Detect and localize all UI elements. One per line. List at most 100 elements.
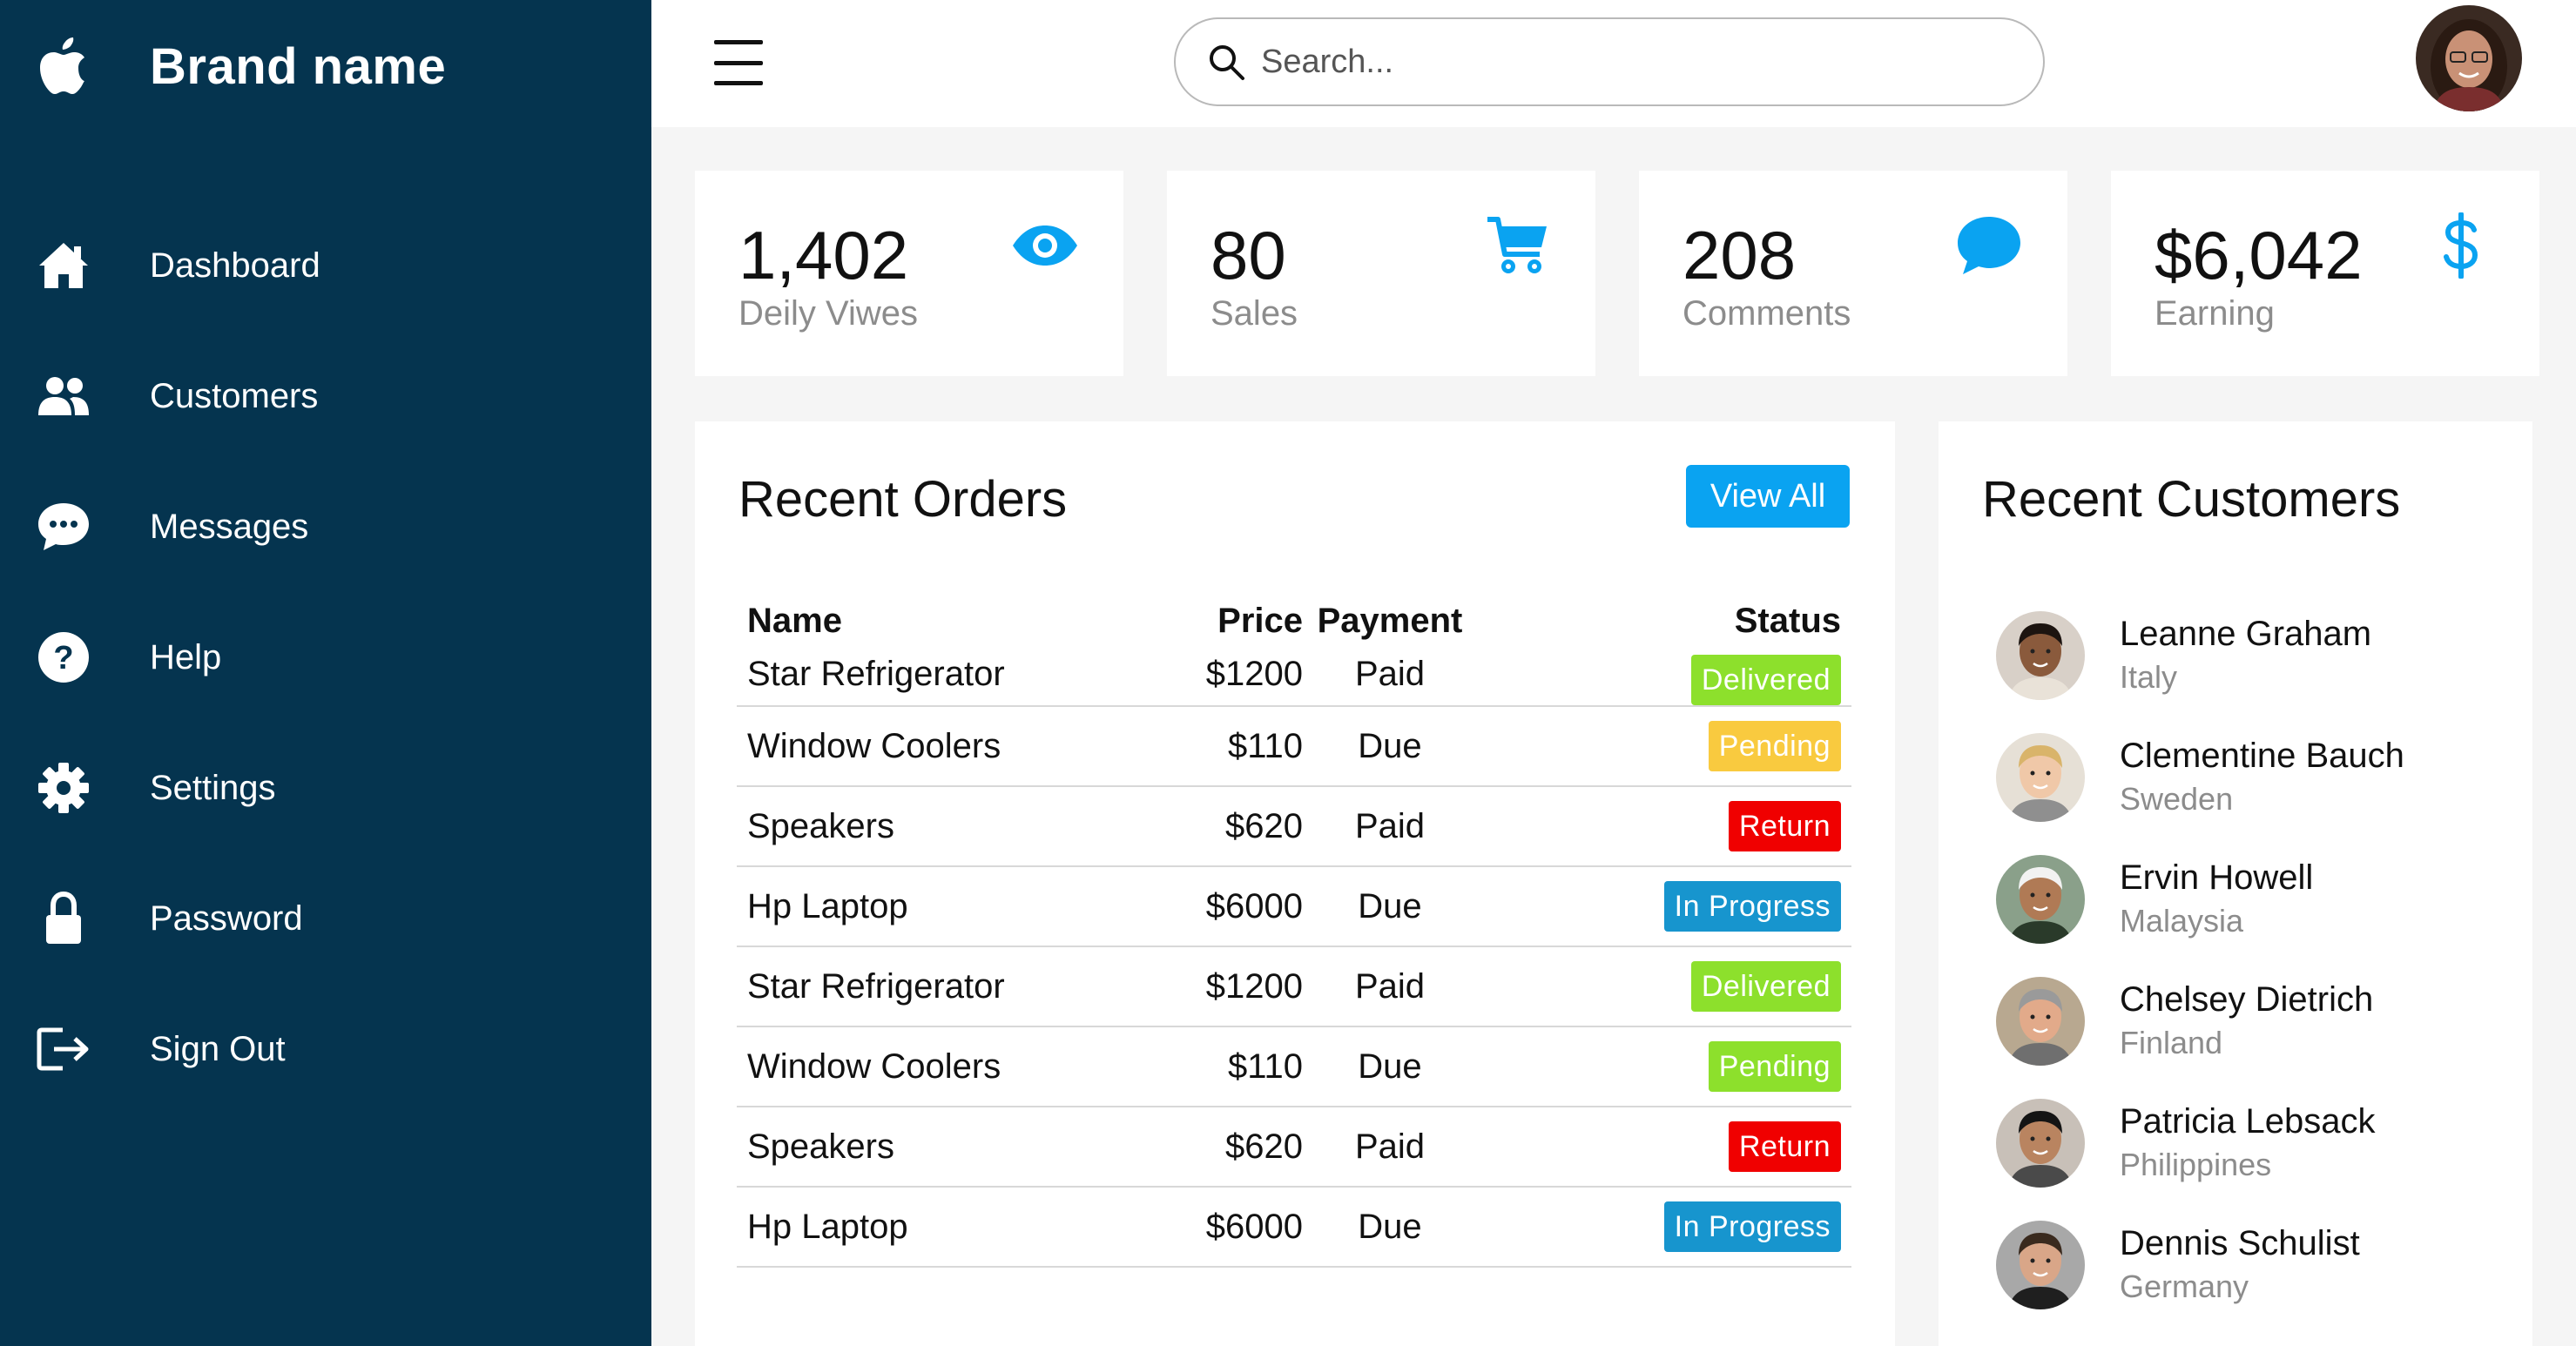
customer-list: Leanne Graham Italy Clementine Bauch Sweden… xyxy=(1996,611,2519,1343)
customer-info: Clementine Bauch Sweden xyxy=(2120,733,2404,818)
stat-label: Earning xyxy=(2155,294,2275,333)
column-header-status[interactable]: Status xyxy=(1477,592,1851,649)
brand[interactable]: Brand name xyxy=(35,31,446,101)
list-item[interactable]: Ervin Howell Malaysia xyxy=(1996,855,2519,977)
customer-info: Ervin Howell Malaysia xyxy=(2120,855,2313,939)
status-badge: Delivered xyxy=(1690,655,1841,705)
order-payment: Paid xyxy=(1303,786,1477,867)
column-header-name[interactable]: Name xyxy=(737,592,1146,649)
order-status-cell: Return xyxy=(1477,786,1851,867)
column-header-payment[interactable]: Payment xyxy=(1303,592,1477,649)
list-item[interactable]: Dennis Schulist Germany xyxy=(1996,1221,2519,1343)
topbar xyxy=(651,0,2576,127)
customer-info: Dennis Schulist Germany xyxy=(2120,1221,2360,1305)
table-row[interactable]: Star Refrigerator $1200 Paid Delivered xyxy=(737,946,1851,1027)
svg-text:?: ? xyxy=(53,640,73,676)
list-item[interactable]: Chelsey Dietrich Finland xyxy=(1996,977,2519,1099)
search-input[interactable] xyxy=(1261,43,2010,81)
customer-avatar xyxy=(1996,611,2085,700)
order-name: Speakers xyxy=(737,1107,1146,1188)
sidebar-item-messages[interactable]: Messages xyxy=(0,461,651,592)
people-icon xyxy=(35,367,92,425)
order-price: $110 xyxy=(1146,1026,1303,1107)
sidebar-item-label: Settings xyxy=(150,768,276,807)
panel-title: Recent Customers xyxy=(1982,471,2401,528)
customer-avatar xyxy=(1996,1221,2085,1309)
status-badge: Return xyxy=(1728,801,1841,851)
customer-country: Philippines xyxy=(2120,1147,2272,1182)
order-name: Hp Laptop xyxy=(737,1187,1146,1268)
order-status-cell: Delivered xyxy=(1477,946,1851,1027)
status-badge: Pending xyxy=(1708,721,1841,771)
order-payment: Due xyxy=(1303,866,1477,947)
user-avatar[interactable] xyxy=(2416,5,2522,111)
brand-name: Brand name xyxy=(150,37,447,95)
order-price: $1200 xyxy=(1146,946,1303,1027)
stat-label: Comments xyxy=(1682,294,1851,333)
customer-name: Leanne Graham xyxy=(2120,615,2372,653)
status-badge: Pending xyxy=(1708,1041,1841,1092)
status-badge: Return xyxy=(1728,1121,1841,1172)
sidebar-item-settings[interactable]: Settings xyxy=(0,723,651,853)
column-header-price[interactable]: Price xyxy=(1146,592,1303,649)
customer-country: Sweden xyxy=(2120,781,2234,817)
list-item[interactable]: Leanne Graham Italy xyxy=(1996,611,2519,733)
stat-card-sales: 80 Sales xyxy=(1167,171,1595,376)
status-badge: In Progress xyxy=(1663,881,1841,932)
menu-icon-line xyxy=(714,40,763,44)
menu-toggle-button[interactable] xyxy=(714,40,763,85)
sidebar-item-label: Password xyxy=(150,898,303,938)
table-row[interactable]: Hp Laptop $6000 Due In Progress xyxy=(737,1187,1851,1268)
customer-avatar xyxy=(1996,855,2085,944)
order-name: Window Coolers xyxy=(737,1026,1146,1107)
gear-icon xyxy=(35,759,92,817)
view-all-button[interactable]: View All xyxy=(1686,465,1850,528)
customer-avatar xyxy=(1996,977,2085,1066)
order-payment: Paid xyxy=(1303,649,1477,707)
customer-name: Dennis Schulist xyxy=(2120,1224,2360,1262)
recent-customers-panel: Recent Customers Leanne Graham Italy Cleme… xyxy=(1939,421,2532,1346)
order-status-cell: Pending xyxy=(1477,1026,1851,1107)
apple-logo-icon xyxy=(35,31,91,101)
order-name: Hp Laptop xyxy=(737,866,1146,947)
customer-avatar xyxy=(1996,733,2085,822)
order-payment: Due xyxy=(1303,706,1477,787)
sidebar-item-customers[interactable]: Customers xyxy=(0,331,651,461)
sidebar-item-password[interactable]: Password xyxy=(0,853,651,984)
menu-icon-line xyxy=(714,81,763,85)
dollar-icon xyxy=(2426,211,2496,280)
customer-avatar xyxy=(1996,1099,2085,1188)
order-payment: Paid xyxy=(1303,946,1477,1027)
customer-info: Chelsey Dietrich Finland xyxy=(2120,977,2373,1061)
sidebar-item-help[interactable]: ? Help xyxy=(0,592,651,723)
table-row[interactable]: Window Coolers $110 Due Pending xyxy=(737,1026,1851,1107)
customer-name: Ervin Howell xyxy=(2120,858,2314,897)
panel-title: Recent Orders xyxy=(738,471,1068,528)
table-row[interactable]: Star Refrigerator $1200 Paid Delivered xyxy=(737,649,1851,707)
search-box[interactable] xyxy=(1174,17,2045,106)
sidebar-nav: Dashboard Customers Messages ? Help Sett… xyxy=(0,200,651,1114)
customer-name: Clementine Bauch xyxy=(2120,737,2404,775)
order-status-cell: Delivered xyxy=(1477,649,1851,707)
sidebar-item-sign-out[interactable]: Sign Out xyxy=(0,984,651,1114)
table-row[interactable]: Window Coolers $110 Due Pending xyxy=(737,706,1851,787)
order-price: $110 xyxy=(1146,706,1303,787)
order-price: $6000 xyxy=(1146,866,1303,947)
list-item[interactable]: Patricia Lebsack Philippines xyxy=(1996,1099,2519,1221)
table-row[interactable]: Speakers $620 Paid Return xyxy=(737,1107,1851,1188)
table-row[interactable]: Speakers $620 Paid Return xyxy=(737,786,1851,867)
stat-card-earning: $6,042 Earning xyxy=(2111,171,2539,376)
cart-icon xyxy=(1482,211,1552,280)
order-status-cell: In Progress xyxy=(1477,866,1851,947)
recent-orders-panel: Recent Orders View All Name Price Paymen… xyxy=(695,421,1895,1346)
table-header-row: Name Price Payment Status xyxy=(737,592,1851,649)
sidebar-item-dashboard[interactable]: Dashboard xyxy=(0,200,651,331)
order-payment: Due xyxy=(1303,1187,1477,1268)
eye-icon xyxy=(1010,211,1080,280)
customer-country: Germany xyxy=(2120,1269,2249,1304)
sidebar-item-label: Messages xyxy=(150,507,309,546)
list-item[interactable]: Clementine Bauch Sweden xyxy=(1996,733,2519,855)
table-row[interactable]: Hp Laptop $6000 Due In Progress xyxy=(737,866,1851,947)
sidebar-item-label: Sign Out xyxy=(150,1029,286,1068)
stat-card-comments: 208 Comments xyxy=(1639,171,2067,376)
